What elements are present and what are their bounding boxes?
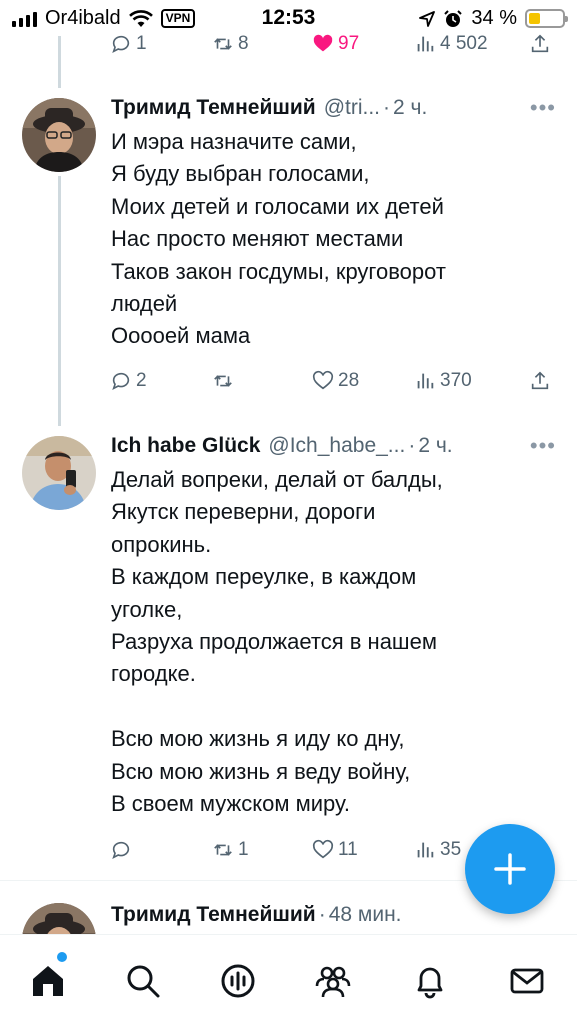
reply-icon (112, 841, 130, 859)
spaces-icon (221, 964, 255, 998)
views-icon (417, 36, 434, 52)
reply-button[interactable]: 2 (110, 370, 212, 392)
tab-notifications[interactable] (408, 959, 452, 1003)
author-handle[interactable]: @tri... (324, 96, 380, 120)
tweet-header: Ich habe Glück @Ich_habe_... · 2 ч. ••• (111, 433, 556, 459)
views-button[interactable]: 4 502 (414, 33, 529, 55)
battery-percent: 34 % (471, 7, 517, 29)
plus-icon (494, 853, 526, 885)
search-icon (127, 965, 160, 998)
thread-line (58, 176, 61, 426)
reply-button[interactable] (110, 839, 212, 861)
tab-home[interactable] (26, 959, 70, 1003)
location-arrow-icon (419, 10, 436, 27)
like-button[interactable]: 97 (312, 33, 414, 55)
author-name[interactable]: Тримид Темнейший (111, 96, 316, 120)
communities-icon (315, 966, 351, 998)
vpn-badge: VPN (160, 9, 196, 28)
tab-search[interactable] (121, 959, 165, 1003)
avatar[interactable] (22, 436, 96, 510)
share-button[interactable] (529, 33, 551, 55)
reply-icon (112, 35, 130, 53)
battery-icon (525, 9, 568, 28)
thread-line (58, 36, 61, 88)
views-icon (417, 373, 434, 389)
share-icon (531, 371, 549, 390)
author-name[interactable]: Тримид Темнейший (111, 903, 316, 927)
views-icon (417, 842, 434, 858)
share-icon (531, 34, 549, 53)
retweet-icon (214, 375, 232, 387)
tweet-actions: 1 8 97 4 502 (110, 31, 555, 57)
retweet-icon (214, 38, 232, 50)
retweet-button[interactable]: 1 (212, 839, 312, 861)
tab-spaces[interactable] (216, 959, 260, 1003)
heart-filled-icon (313, 34, 333, 52)
like-button[interactable]: 11 (312, 839, 414, 861)
tweet-text: И мэра назначите сами, Я буду выбран гол… (111, 129, 446, 349)
notifications-icon (417, 967, 443, 999)
timestamp[interactable]: 48 мин. (329, 903, 402, 927)
avatar[interactable] (22, 98, 96, 172)
author-name[interactable]: Ich habe Glück (111, 434, 260, 458)
timestamp[interactable]: 2 ч. (393, 96, 427, 120)
retweet-button[interactable]: 8 (212, 33, 312, 55)
wifi-icon (128, 9, 153, 27)
new-content-dot (57, 952, 67, 962)
like-button[interactable]: 28 (312, 370, 414, 392)
reply-icon (112, 372, 130, 390)
tab-bar (0, 934, 577, 1024)
retweet-icon (214, 844, 232, 856)
heart-icon (312, 370, 334, 390)
cellular-signal-icon (12, 11, 37, 27)
share-button[interactable] (529, 370, 551, 392)
carrier-name: Or4ibald (45, 7, 121, 29)
timestamp[interactable]: 2 ч. (418, 434, 452, 458)
tab-communities[interactable] (311, 959, 355, 1003)
home-icon (33, 966, 63, 996)
alarm-icon (444, 9, 463, 27)
author-handle[interactable]: @Ich_habe_... (268, 434, 405, 458)
views-button[interactable]: 370 (414, 370, 529, 392)
retweet-button[interactable] (212, 370, 312, 392)
tweet-actions: 2 28 370 (110, 368, 555, 394)
heart-icon (312, 839, 334, 859)
more-options-button[interactable]: ••• (530, 95, 556, 121)
messages-icon (510, 968, 544, 994)
compose-tweet-button[interactable] (465, 824, 555, 914)
tab-messages[interactable] (505, 959, 549, 1003)
more-options-button[interactable]: ••• (530, 433, 556, 459)
reply-button[interactable]: 1 (110, 33, 212, 55)
tweet-header: Тримид Темнейший @tri... · 2 ч. ••• (111, 95, 556, 121)
tweet-text: Делай вопреки, делай от балды, Якутск пе… (111, 467, 443, 817)
